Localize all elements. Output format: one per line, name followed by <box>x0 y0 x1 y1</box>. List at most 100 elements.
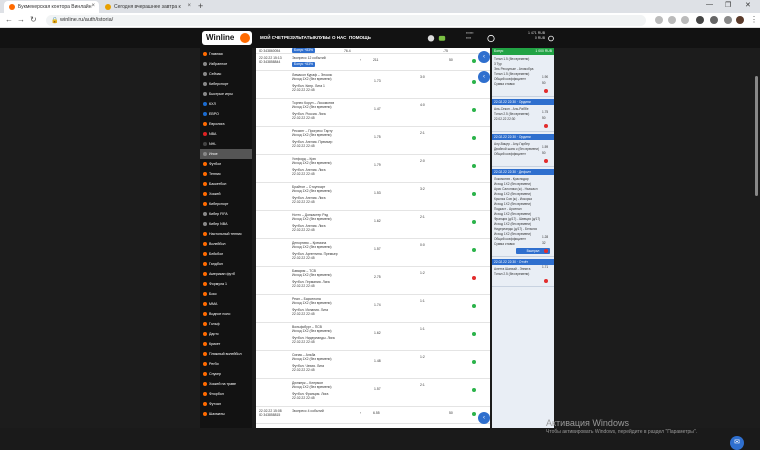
expand-icon[interactable]: › <box>360 411 361 415</box>
sidebar-item[interactable]: ЕВРО <box>200 109 252 119</box>
url-input[interactable]: 🔒 winline.ru/auth/istoria/ <box>46 15 646 26</box>
sidebar-item[interactable]: Регби <box>200 359 252 369</box>
sidebar-item[interactable]: Евролига <box>200 119 252 129</box>
minimize-icon[interactable]: — <box>706 1 713 8</box>
sidebar-item[interactable]: Быстрые игры <box>200 89 252 99</box>
sidebar-item[interactable]: Крикет <box>200 339 252 349</box>
sidebar-item[interactable]: Гольф <box>200 319 252 329</box>
settings-icon[interactable] <box>547 34 555 43</box>
sidebar-item-label: Шахматы <box>209 412 225 416</box>
tab-label: Букмекерская контора Винлайн <box>18 4 92 10</box>
sidebar-item-label: MMA <box>209 302 218 306</box>
sidebar-item-label: Иное <box>209 152 218 156</box>
sidebar-item[interactable]: Бейсбол <box>200 249 252 259</box>
event-time: 22.02.22 22:45 <box>292 256 315 260</box>
user-icon[interactable] <box>487 34 495 43</box>
slip-line: Исход 1Х2 (без времени) <box>494 202 532 206</box>
tab-winline[interactable]: Букмекерская контора Винлайн × <box>4 1 99 13</box>
sidebar-item[interactable]: Кибер FIFA <box>200 209 252 219</box>
apple-icon[interactable] <box>427 33 435 42</box>
sidebar-item[interactable]: Баскетбол <box>200 179 252 189</box>
balance[interactable]: 1 471 RUB 0 RUB <box>528 31 545 41</box>
scrollbar[interactable] <box>755 76 758 196</box>
sidebar-item[interactable]: Снукер <box>200 369 252 379</box>
sidebar-item[interactable]: Футбол <box>200 159 252 169</box>
menu-my-account[interactable]: МОЙ СЧЕТ <box>260 35 284 40</box>
sidebar-item[interactable]: Футзал <box>200 399 252 409</box>
remove-icon[interactable] <box>544 159 548 163</box>
remove-icon[interactable] <box>544 249 548 253</box>
sidebar-item-label: Хоккей на траве <box>209 382 237 386</box>
menu-icon[interactable]: ⋮ <box>750 15 758 24</box>
sum: 76.4 <box>344 49 351 53</box>
avatar[interactable] <box>736 16 744 24</box>
sidebar-item[interactable]: Американ футб <box>200 269 252 279</box>
market: Исход 1Х2 (без времени) <box>292 217 332 221</box>
slip-line: Тотал 1.5 (без времени) <box>494 72 530 76</box>
slip-line: Исход 1Х2 (без времени) <box>494 222 532 226</box>
expand-button[interactable]: ‹ <box>478 71 490 83</box>
remove-icon[interactable] <box>544 279 548 283</box>
sidebar-item[interactable]: Шахматы <box>200 409 252 419</box>
sidebar-item[interactable]: Кибер NBA <box>200 219 252 229</box>
search-icon[interactable] <box>655 16 663 24</box>
sport-icon <box>203 182 207 186</box>
star-icon[interactable] <box>681 16 689 24</box>
sport-icon <box>203 392 207 396</box>
tab-news[interactable]: Сегодня вчерашнее завтра к × <box>100 1 195 13</box>
market: Исход 1Х2 (без времени) <box>292 357 332 361</box>
remove-icon[interactable] <box>544 124 548 128</box>
close-window-icon[interactable]: ✕ <box>745 1 751 9</box>
sidebar-item[interactable]: Волейбол <box>200 239 252 249</box>
chat-button[interactable]: ✉ <box>730 436 744 450</box>
sidebar-item[interactable]: Киберспорт <box>200 199 252 209</box>
new-tab-icon[interactable]: + <box>198 1 203 11</box>
menu-help[interactable]: ПОМОЩЬ <box>349 35 371 40</box>
sidebar-item[interactable]: Киберспорт <box>200 79 252 89</box>
sidebar-item[interactable]: Сейчас <box>200 69 252 79</box>
sidebar-item[interactable]: NBA <box>200 129 252 139</box>
reload-icon[interactable]: ↻ <box>30 15 37 24</box>
maximize-icon[interactable]: ❐ <box>725 1 731 9</box>
menu-about[interactable]: О НАС <box>332 35 346 40</box>
sport-icon <box>203 132 207 136</box>
menu-clubs[interactable]: КЛУБЫ <box>314 35 330 40</box>
sidebar-item[interactable]: Теннис <box>200 169 252 179</box>
sidebar-item[interactable]: Иное <box>200 149 252 159</box>
sidebar-item[interactable]: КХЛ <box>200 99 252 109</box>
sidebar-item[interactable]: NHL <box>200 139 252 149</box>
close-tab-icon[interactable]: × <box>187 3 191 9</box>
sidepanel-icon[interactable] <box>724 16 732 24</box>
sidebar-item[interactable]: Настольный теннис <box>200 229 252 239</box>
sidebar-item[interactable]: Хоккей <box>200 189 252 199</box>
logo[interactable]: Winline <box>202 31 252 45</box>
sidebar-item[interactable]: Дартс <box>200 329 252 339</box>
menu-results[interactable]: РЕЗУЛЬТАТЫ <box>284 35 314 40</box>
expand-icon[interactable]: › <box>360 58 361 62</box>
android-icon[interactable] <box>438 33 446 42</box>
remove-icon[interactable] <box>544 89 548 93</box>
close-tab-icon[interactable]: × <box>91 3 95 9</box>
sidebar-item[interactable]: Пляжный волейбол <box>200 349 252 359</box>
expand-button[interactable]: ‹ <box>478 412 490 424</box>
puzzle-icon[interactable] <box>710 16 718 24</box>
sidebar-item-label: Евролига <box>209 122 225 126</box>
sidebar-item[interactable]: MMA <box>200 299 252 309</box>
sidebar-item[interactable]: Главная <box>200 49 252 59</box>
share-icon[interactable] <box>668 16 676 24</box>
sidebar-item[interactable]: Избранное <box>200 59 252 69</box>
sidebar-item[interactable]: Бокс <box>200 289 252 299</box>
back-icon[interactable]: ← <box>5 15 13 24</box>
sidebar-item[interactable]: Водное поло <box>200 309 252 319</box>
slip-header: 22.02.22 22:30 · Ордини <box>492 99 554 105</box>
event-time: 22.02.22 22:45 <box>292 312 315 316</box>
sidebar-item[interactable]: Формула 1 <box>200 279 252 289</box>
slip-line: Тотал 2.5 (без времени) <box>494 112 530 116</box>
event-time: 22.02.22 22:45 <box>292 396 315 400</box>
sidebar-item[interactable]: Флорбол <box>200 389 252 399</box>
expand-button[interactable]: ‹ <box>478 51 490 63</box>
sidebar-item[interactable]: Хоккей на траве <box>200 379 252 389</box>
forward-icon[interactable]: → <box>17 15 25 24</box>
sidebar-item[interactable]: Гандбол <box>200 259 252 269</box>
extension-icon[interactable] <box>696 16 704 24</box>
